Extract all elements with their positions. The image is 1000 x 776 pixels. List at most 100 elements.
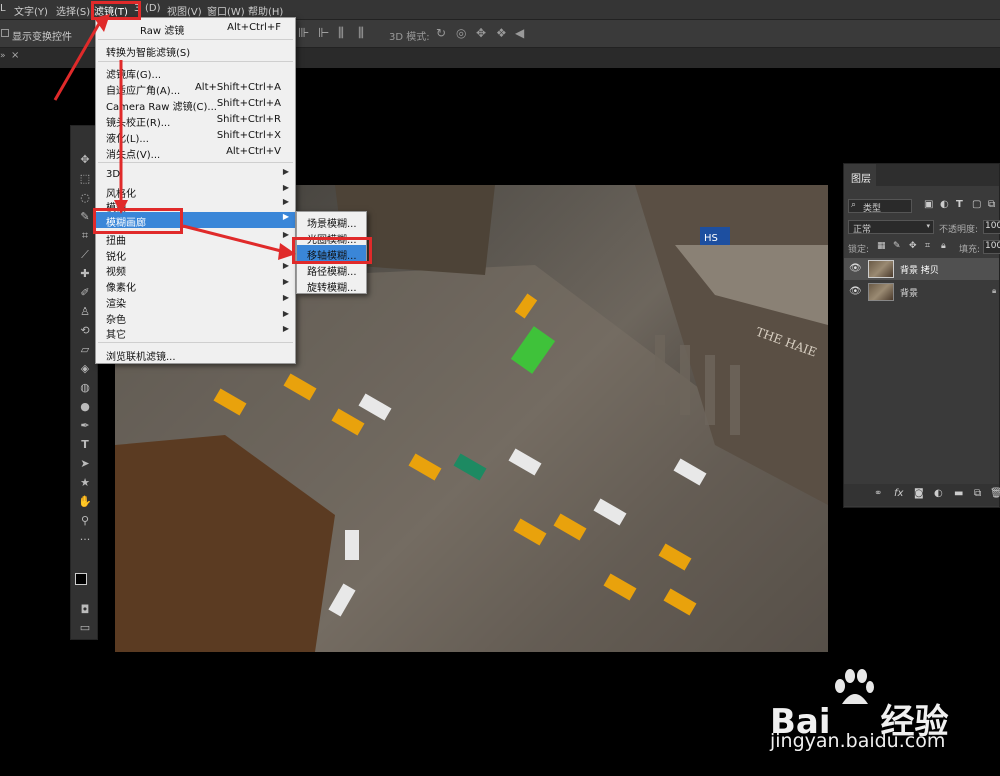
menu-item-noise[interactable]: 杂色 ▶: [96, 309, 295, 326]
submenu-item-field-blur[interactable]: 场景模糊...: [297, 213, 366, 230]
pen-tool-icon[interactable]: ✒: [75, 418, 95, 434]
filter-adjust-icon[interactable]: ◐: [940, 199, 949, 210]
filter-shape-icon[interactable]: ▢: [972, 199, 981, 210]
tab-arrow-icon[interactable]: »: [0, 51, 6, 61]
submenu-arrow-icon: ▶: [282, 309, 289, 318]
layers-tab[interactable]: 图层: [851, 170, 871, 185]
menu-item-video[interactable]: 视频 ▶: [96, 261, 295, 278]
orbit-icon[interactable]: ↻: [436, 26, 446, 40]
add-mask-icon[interactable]: ◙: [914, 488, 924, 499]
menu-separator: [98, 61, 293, 62]
stamp-tool-icon[interactable]: ♙: [75, 304, 95, 320]
menu-item-lens-correction[interactable]: 镜头校正(R)... Shift+Ctrl+R: [96, 112, 295, 129]
filter-pixel-icon[interactable]: ▣: [924, 199, 933, 210]
menu-item-filter-gallery[interactable]: 滤镜库(G)...: [96, 64, 295, 81]
menu-item-sharpen[interactable]: 锐化 ▶: [96, 246, 295, 263]
layer-name[interactable]: 背景: [900, 286, 918, 299]
filter-type-icon[interactable]: T: [956, 199, 963, 210]
lock-transparent-icon[interactable]: ▦: [877, 241, 886, 251]
layer-name[interactable]: 背景 拷贝: [900, 263, 939, 276]
screen-mode-icon[interactable]: ▭: [75, 620, 95, 636]
highlight-box-tilt-shift: [292, 237, 372, 264]
more-tools-icon[interactable]: ···: [75, 532, 95, 548]
menu-item-liquify[interactable]: 液化(L)... Shift+Ctrl+X: [96, 128, 295, 145]
menu-layer[interactable]: L: [0, 3, 6, 14]
distribute-2-icon[interactable]: ⫼: [358, 26, 364, 41]
menu-item-other[interactable]: 其它 ▶: [96, 324, 295, 341]
menu-item-adaptive-wide-angle[interactable]: 自适应广角(A)... Alt+Shift+Ctrl+A: [96, 80, 295, 97]
lock-position-icon[interactable]: ✥: [909, 241, 917, 251]
submenu-arrow-icon: ▶: [282, 246, 289, 255]
layer-row-background[interactable]: 👁︎ 背景 🔒︎: [844, 281, 999, 303]
lock-artboard-icon[interactable]: ⌗: [925, 241, 930, 251]
fill-input[interactable]: 100: [983, 240, 1000, 254]
brush-tool-icon[interactable]: ✐: [75, 285, 95, 301]
zoom-tool-icon[interactable]: ⚲: [75, 513, 95, 529]
show-transform-checkbox[interactable]: [1, 29, 9, 37]
menu-item-3d[interactable]: 3D ▶: [96, 167, 295, 183]
crop-tool-icon[interactable]: ⌗: [75, 228, 95, 244]
menu-item-last-filter[interactable]: Raw 滤镜 Alt+Ctrl+F: [96, 20, 295, 37]
submenu-arrow-icon: ▶: [282, 277, 289, 286]
layer-thumbnail: [868, 260, 894, 278]
menu-3d-suffix[interactable]: (D): [145, 3, 161, 14]
submenu-item-spin-blur[interactable]: 旋转模糊...: [297, 277, 366, 294]
history-brush-tool-icon[interactable]: ⟲: [75, 323, 95, 339]
quick-mask-icon[interactable]: ◘: [75, 602, 95, 618]
3d-mode-label: 3D 模式:: [389, 32, 430, 43]
visibility-eye-icon[interactable]: 👁︎: [849, 263, 862, 274]
paint-bucket-tool-icon[interactable]: ◈: [75, 361, 95, 377]
layer-lock-icon: 🔒︎: [992, 286, 997, 295]
slide-icon[interactable]: ❖: [496, 26, 507, 40]
layer-filter-select[interactable]: ⌕ 类型: [848, 199, 912, 214]
menu-item-pixelate[interactable]: 像素化 ▶: [96, 277, 295, 294]
menu-select[interactable]: 选择(S): [56, 3, 90, 18]
layer-row-background-copy[interactable]: 👁︎ 背景 拷贝: [844, 258, 999, 280]
filter-smart-icon[interactable]: ⧉: [988, 199, 995, 210]
menu-item-browse-online[interactable]: 浏览联机滤镜...: [96, 346, 295, 363]
quick-select-tool-icon[interactable]: ✎: [75, 209, 95, 225]
eyedropper-tool-icon[interactable]: ⟋: [75, 247, 95, 263]
marquee-tool-icon[interactable]: ⬚: [75, 171, 95, 187]
menu-item-convert-smart[interactable]: 转换为智能滤镜(S): [96, 42, 295, 59]
roll-icon[interactable]: ◎: [456, 26, 466, 40]
blend-mode-select[interactable]: 正常 ▾: [848, 220, 934, 235]
menu-view[interactable]: 视图(V): [167, 3, 202, 18]
fill-label: 填充:: [959, 245, 981, 255]
scale-icon[interactable]: ◀: [515, 26, 524, 40]
lasso-tool-icon[interactable]: ◌: [75, 190, 95, 206]
foreground-color-swatch[interactable]: [75, 573, 87, 585]
fx-icon[interactable]: fx: [894, 488, 903, 499]
blur-tool-icon[interactable]: ◍: [75, 380, 95, 396]
align-icon[interactable]: ⊪: [298, 26, 309, 41]
healing-tool-icon[interactable]: ✚: [75, 266, 95, 282]
close-tab-icon[interactable]: ×: [11, 50, 19, 61]
opacity-input[interactable]: 100: [983, 220, 1000, 234]
new-group-icon[interactable]: ▬: [954, 488, 963, 499]
lock-pixels-icon[interactable]: ✎: [893, 241, 901, 251]
adjustment-layer-icon[interactable]: ◐: [934, 488, 943, 499]
menu-type[interactable]: 文字(Y): [14, 3, 48, 18]
shape-tool-icon[interactable]: ★: [75, 475, 95, 491]
menu-help[interactable]: 帮助(H): [248, 3, 283, 18]
path-select-tool-icon[interactable]: ➤: [75, 456, 95, 472]
hand-tool-icon[interactable]: ✋: [75, 494, 95, 510]
lock-all-icon[interactable]: 🔒︎: [941, 241, 946, 251]
submenu-arrow-icon: ▶: [282, 183, 289, 192]
menu-item-vanishing-point[interactable]: 消失点(V)... Alt+Ctrl+V: [96, 144, 295, 161]
distribute-icon[interactable]: ⫼: [338, 26, 344, 41]
move-tool-icon[interactable]: ✥: [75, 152, 95, 168]
dodge-tool-icon[interactable]: ●: [75, 399, 95, 415]
link-layers-icon[interactable]: ⚭: [874, 488, 882, 499]
menu-item-camera-raw[interactable]: Camera Raw 滤镜(C)... Shift+Ctrl+A: [96, 96, 295, 113]
new-layer-icon[interactable]: ⧉: [974, 488, 981, 499]
align-center-icon[interactable]: ⊩: [318, 26, 329, 41]
menu-item-render[interactable]: 渲染 ▶: [96, 293, 295, 310]
submenu-arrow-icon: ▶: [282, 293, 289, 302]
type-tool-icon[interactable]: T: [75, 437, 95, 453]
eraser-tool-icon[interactable]: ▱: [75, 342, 95, 358]
visibility-eye-icon[interactable]: 👁︎: [849, 286, 862, 297]
delete-layer-icon[interactable]: 🗑︎: [990, 488, 1000, 499]
menu-window[interactable]: 窗口(W): [207, 3, 245, 18]
pan-icon[interactable]: ✥: [476, 26, 486, 40]
